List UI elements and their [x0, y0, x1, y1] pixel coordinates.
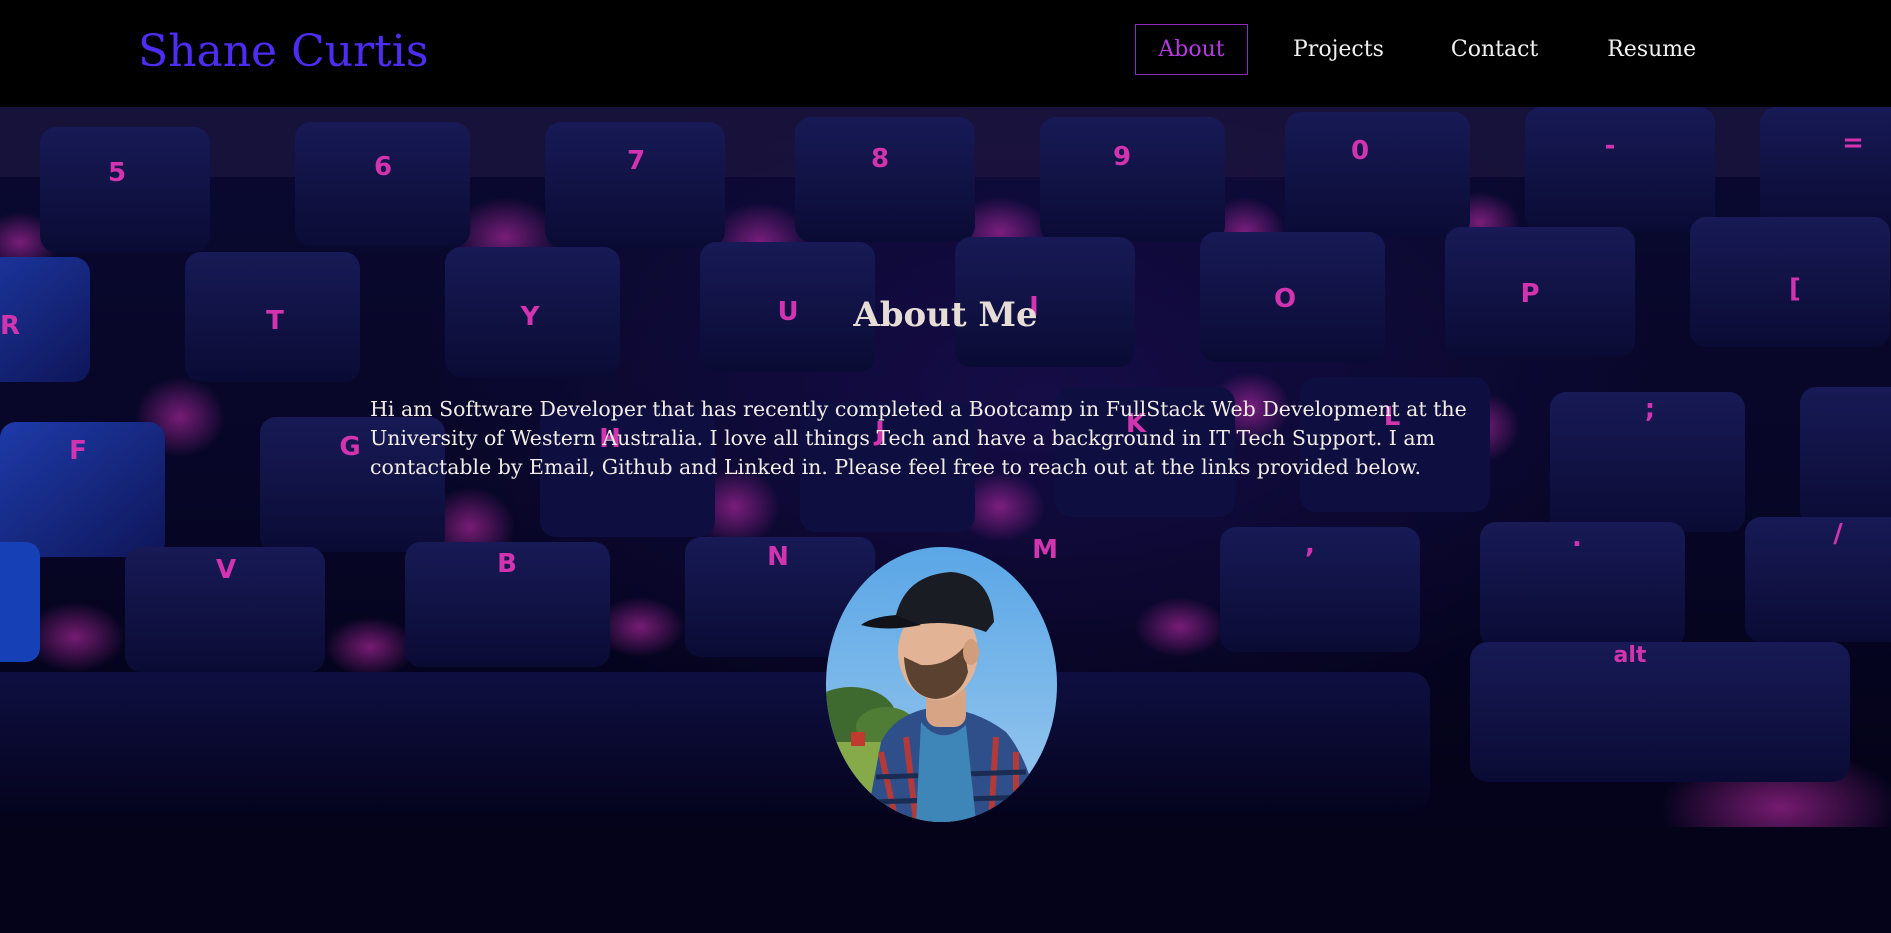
nav-link-projects[interactable]: Projects: [1293, 25, 1384, 74]
main-nav: About Projects Contact Resume: [1135, 24, 1696, 75]
profile-photo: [826, 547, 1057, 822]
nav-link-contact[interactable]: Contact: [1451, 25, 1538, 74]
site-header: Shane Curtis About Projects Contact Resu…: [0, 0, 1891, 107]
nav-link-about[interactable]: About: [1135, 24, 1248, 75]
profile-avatar: [826, 547, 1057, 822]
brand-logo-link[interactable]: Shane Curtis: [138, 24, 428, 80]
nav-link-resume[interactable]: Resume: [1607, 25, 1696, 74]
about-description: Hi am Software Developer that has recent…: [370, 397, 1467, 479]
about-heading: About Me: [853, 295, 1038, 335]
